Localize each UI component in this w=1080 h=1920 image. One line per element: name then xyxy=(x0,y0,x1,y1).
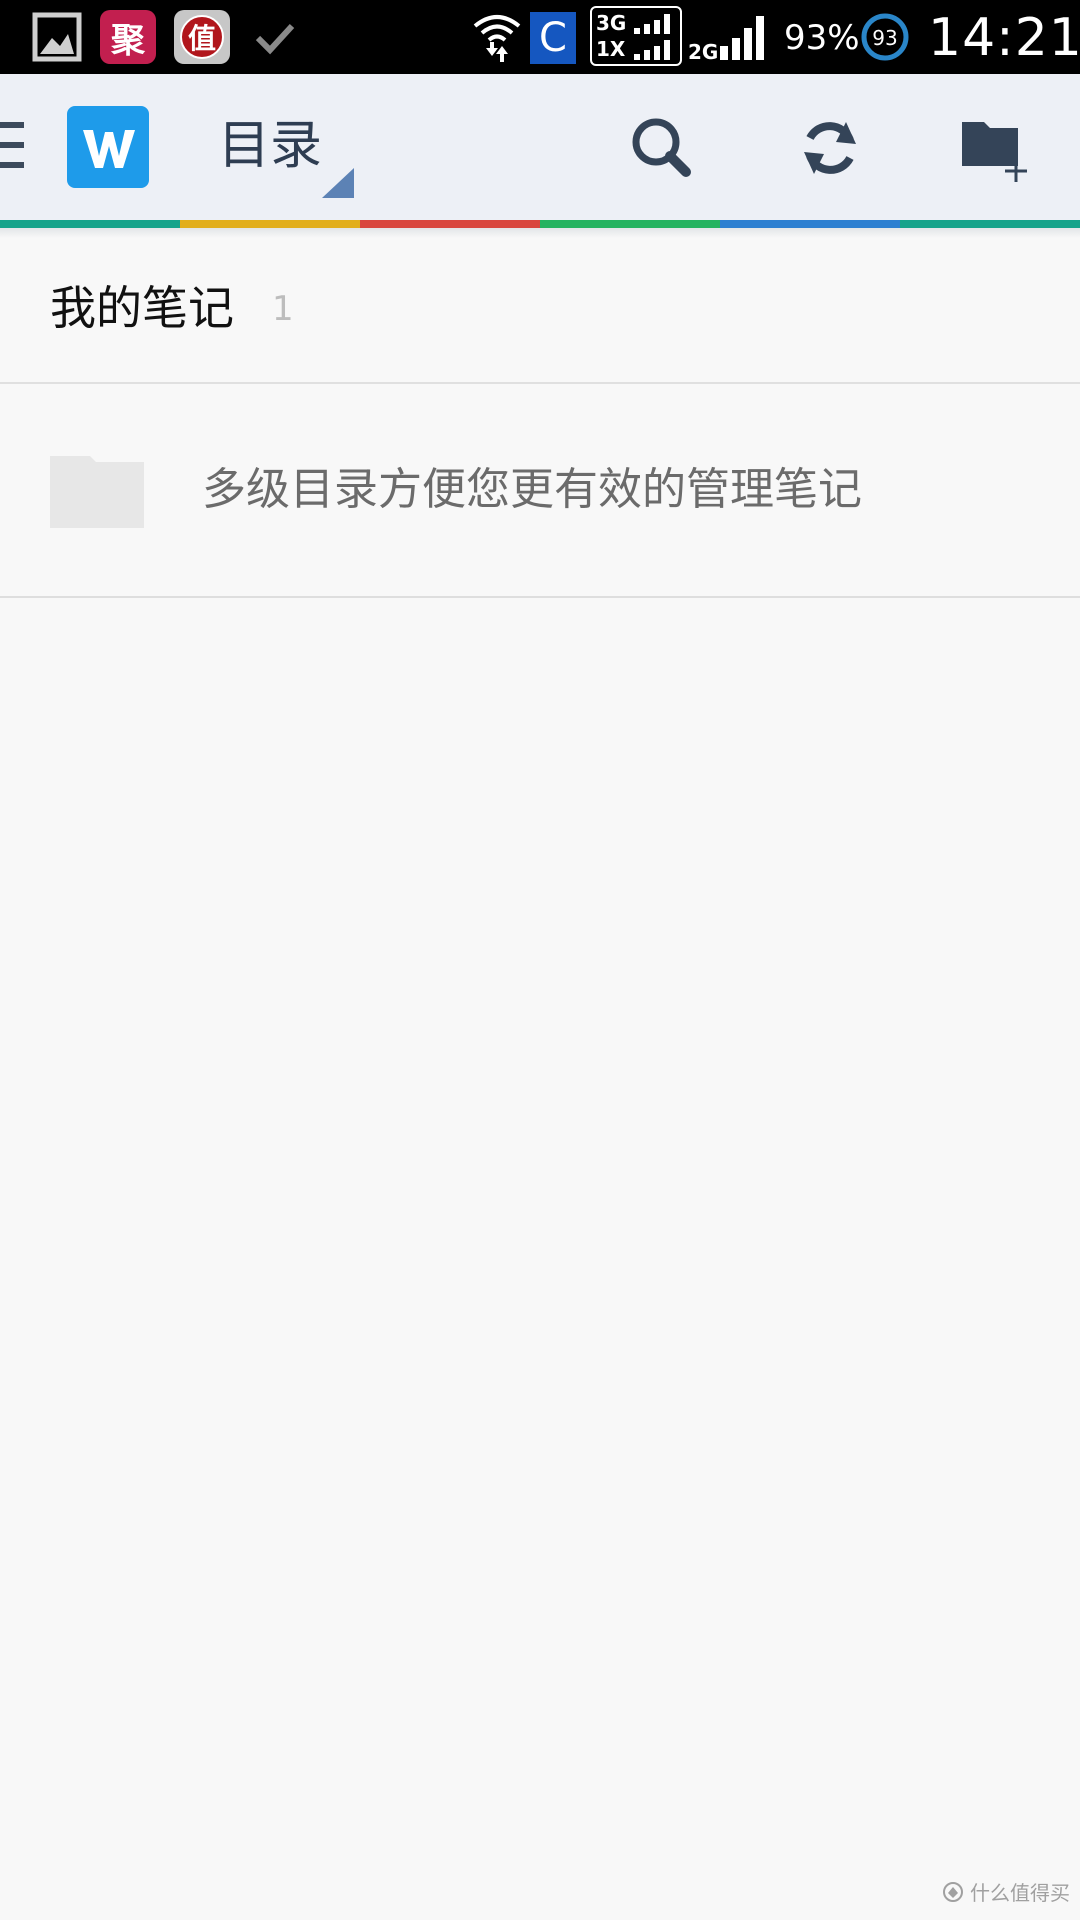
folder-icon xyxy=(50,452,144,528)
notebook-name: 我的笔记 xyxy=(50,281,234,335)
search-icon xyxy=(632,118,691,177)
stripe-segment xyxy=(900,220,1080,228)
ju-app-label: 聚 xyxy=(111,20,145,61)
watermark-text: 什么值得买 xyxy=(970,1881,1070,1905)
watermark: 什么值得买 xyxy=(942,1877,1070,1906)
folder-hint-row: 多级目录方便您更有效的管理笔记 xyxy=(0,384,1080,598)
dropdown-triangle-icon[interactable] xyxy=(322,168,354,200)
ju-app-icon: 聚 xyxy=(100,10,156,64)
net-1x-label: 1X xyxy=(596,37,626,61)
new-folder-button[interactable] xyxy=(956,108,1036,188)
stripe-segment xyxy=(0,220,180,228)
header-shadow xyxy=(0,228,1080,238)
page-title[interactable]: 目录 xyxy=(218,114,322,178)
zhi-app-label: 值 xyxy=(187,22,216,55)
net-3g-label: 3G xyxy=(596,11,627,35)
screen: 聚 值 C 3G 1X 2G 93% 93 14:21 目录 我的笔记 1 多级… xyxy=(0,0,1080,1920)
menu-icon[interactable] xyxy=(0,122,26,172)
stripe-segment xyxy=(360,220,540,228)
status-bar: 聚 值 C 3G 1X 2G 93% 93 14:21 xyxy=(0,0,1080,74)
zhi-app-icon: 值 xyxy=(174,10,230,64)
folder-hint-text: 多级目录方便您更有效的管理笔记 xyxy=(202,464,862,515)
battery-level-text: 93 xyxy=(872,26,897,50)
battery-icon: 93 xyxy=(860,12,910,62)
stripe-segment xyxy=(180,220,360,228)
new-folder-icon xyxy=(962,122,1027,182)
sync-button[interactable] xyxy=(790,108,870,188)
notebook-item-my-notes[interactable]: 我的笔记 1 xyxy=(0,238,1080,384)
signal-icon xyxy=(718,12,772,62)
check-icon xyxy=(250,10,306,64)
search-button[interactable] xyxy=(622,108,702,188)
watermark-logo-icon xyxy=(943,1881,963,1902)
network-3g-indicator: 3G 1X xyxy=(590,6,682,66)
carrier-icon: C xyxy=(530,12,576,64)
wiz-logo[interactable] xyxy=(67,106,149,188)
gallery-icon xyxy=(30,10,86,64)
app-header: 目录 xyxy=(0,74,1080,220)
stripe-segment xyxy=(540,220,720,228)
notebook-count: 1 xyxy=(272,289,294,329)
wifi-icon xyxy=(472,10,522,66)
header-color-stripe xyxy=(0,220,1080,228)
stripe-segment xyxy=(720,220,900,228)
clock: 14:21 xyxy=(928,8,1080,68)
sync-icon xyxy=(804,122,856,174)
